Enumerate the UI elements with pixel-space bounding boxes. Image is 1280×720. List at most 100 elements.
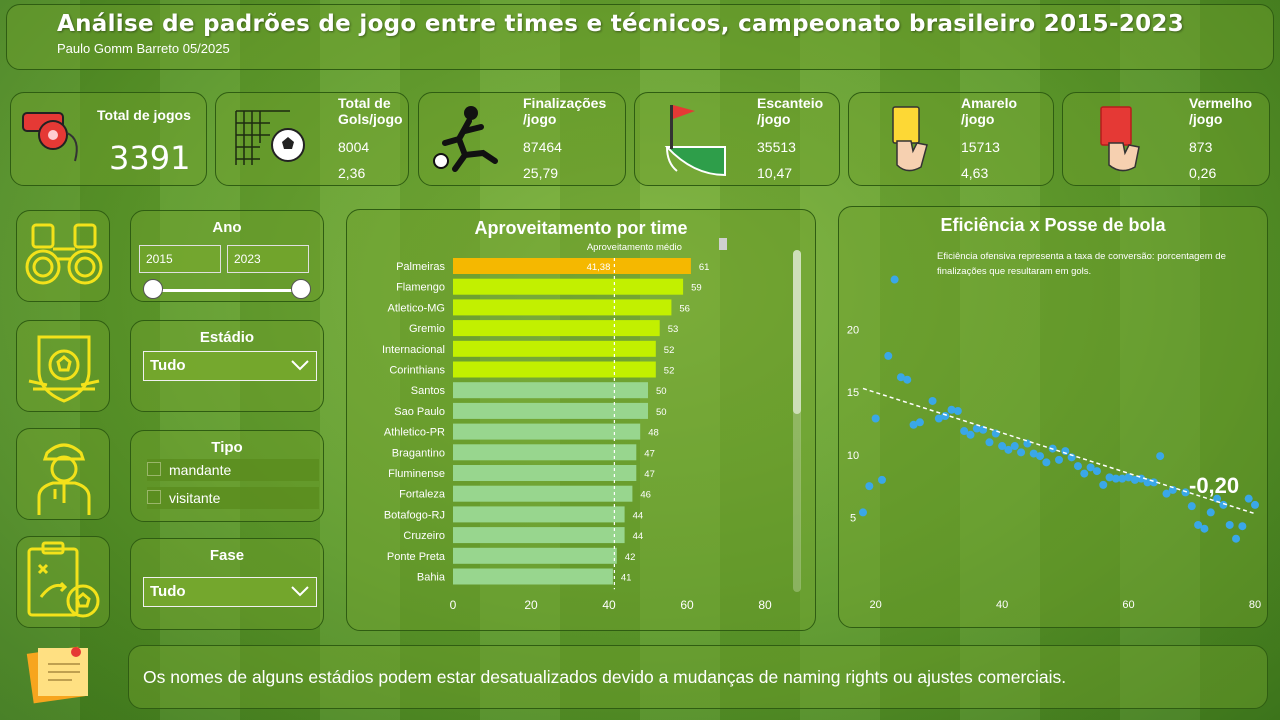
scatter-point[interactable] (884, 351, 893, 360)
bar-category-label: Fortaleza (399, 489, 446, 501)
estadio-title: Estádio (199, 329, 255, 346)
scatter-point[interactable] (953, 407, 962, 415)
stadium-tile (16, 320, 110, 412)
note-panel: Os nomes de alguns estádios podem estar … (128, 645, 1268, 709)
escanteio-label: Escanteio /jogo (757, 95, 824, 127)
bar[interactable] (453, 258, 691, 274)
finalizacoes-label: Finalizações /jogo (523, 95, 607, 127)
scatter-point[interactable] (1200, 524, 1209, 533)
bar[interactable] (453, 320, 660, 337)
scatter-point[interactable] (877, 475, 886, 484)
scatter-point[interactable] (903, 375, 912, 384)
bar[interactable] (453, 485, 633, 502)
bar[interactable] (453, 402, 648, 419)
scatter-point[interactable] (928, 396, 937, 405)
bar[interactable] (453, 444, 637, 461)
scatter-point[interactable] (1156, 452, 1165, 461)
estadio-dropdown[interactable]: Tudo (143, 351, 317, 381)
fase-dropdown-value: Tudo (150, 583, 186, 600)
bar[interactable] (453, 527, 625, 544)
bar[interactable] (453, 382, 648, 399)
scatter-point[interactable] (1187, 502, 1196, 511)
scatter-point[interactable] (1036, 452, 1045, 461)
scatter-point[interactable] (1042, 458, 1051, 467)
scatter-point[interactable] (859, 508, 867, 517)
scatter-point[interactable] (865, 482, 874, 491)
finalizacoes-per-game: 25,79 (523, 165, 559, 181)
scatter-point[interactable] (1238, 522, 1247, 531)
scatter-point[interactable] (1232, 534, 1241, 543)
bar-category-label: Bahia (417, 572, 446, 584)
ano-from-input[interactable]: 2015 (139, 245, 221, 273)
scatter-point[interactable] (915, 418, 924, 427)
bar-value-label: 41 (621, 573, 632, 584)
chart-scrollbar[interactable] (793, 250, 801, 592)
stadium-badge-icon (28, 335, 100, 403)
y-tick-label: 20 (847, 325, 859, 337)
tipo-title: Tipo (211, 439, 243, 456)
scatter-point[interactable] (871, 414, 880, 423)
bar[interactable] (453, 299, 672, 316)
scatter-chart-panel: Eficiência x Posse de bola Eficiência of… (838, 206, 1268, 628)
whistle-icon (22, 112, 78, 162)
ano-slider-track[interactable] (153, 289, 303, 292)
scatter-point[interactable] (966, 430, 975, 439)
bar[interactable] (453, 465, 637, 481)
bar-value-label: 48 (648, 428, 659, 439)
tipo-option-label: visitante (169, 490, 221, 506)
scroll-indicator[interactable] (719, 238, 727, 250)
bar-value-label: 47 (644, 448, 655, 459)
page-title: Análise de padrões de jogo entre times e… (57, 11, 1185, 37)
bar[interactable] (453, 568, 613, 585)
scatter-point[interactable] (1092, 467, 1101, 476)
scatter-point[interactable] (1244, 494, 1253, 503)
scatter-point[interactable] (941, 412, 950, 421)
scatter-point[interactable] (1225, 520, 1234, 529)
bar[interactable] (453, 547, 617, 564)
y-tick-label: 15 (847, 387, 859, 399)
corner-flag-icon (664, 105, 726, 177)
bar[interactable] (453, 278, 684, 295)
ano-to-input[interactable]: 2023 (227, 245, 309, 273)
fase-dropdown[interactable]: Tudo (143, 577, 317, 607)
ball-in-net-icon (235, 110, 305, 165)
bar-chart-panel: Aproveitamento por time Aproveitamento m… (346, 209, 816, 631)
scatter-point[interactable] (890, 275, 899, 284)
checkbox[interactable] (147, 462, 161, 476)
scatter-point[interactable] (1251, 500, 1259, 509)
scrollbar-thumb[interactable] (793, 250, 801, 414)
bar[interactable] (453, 361, 656, 378)
scatter-point[interactable] (1206, 508, 1215, 517)
filter-tipo: Tipo mandante visitante (130, 430, 324, 522)
y-tick-label: 5 (850, 512, 856, 524)
scatter-point[interactable] (1080, 469, 1089, 478)
bar[interactable] (453, 506, 625, 523)
bar[interactable] (453, 423, 641, 440)
ano-slider-handle-end[interactable] (291, 279, 311, 299)
filter-ano: Ano 2015 2023 (130, 210, 324, 302)
bar-category-label: Bragantino (392, 447, 445, 459)
x-tick-label: 20 (870, 599, 882, 611)
bar[interactable] (453, 340, 656, 357)
checkbox[interactable] (147, 490, 161, 504)
scatter-point[interactable] (1017, 448, 1026, 457)
bar-category-label: Internacional (382, 344, 445, 356)
bar-value-label: 52 (664, 345, 675, 356)
bar-category-label: Sao Paulo (394, 406, 445, 418)
bar-category-label: Corinthians (389, 365, 445, 377)
scatter-point[interactable] (985, 438, 994, 447)
tipo-option-visitante[interactable]: visitante (147, 487, 319, 509)
scatter-point[interactable] (1099, 480, 1108, 489)
filter-fase: Fase Tudo (130, 538, 324, 630)
bar-value-label: 52 (664, 366, 675, 377)
kpi-total-jogos: Total de jogos 3391 (10, 92, 207, 186)
red-card-icon (1100, 106, 1140, 172)
gols-label: Total de Gols/jogo (338, 95, 403, 127)
tipo-option-mandante[interactable]: mandante (147, 459, 319, 481)
kpi-finalizacoes: Finalizações /jogo 87464 25,79 (418, 92, 626, 186)
scatter-point[interactable] (1073, 462, 1082, 471)
scatter-point[interactable] (1010, 442, 1019, 451)
coach-icon (37, 443, 91, 515)
scatter-point[interactable] (1055, 455, 1063, 464)
ano-slider-handle-start[interactable] (143, 279, 163, 299)
